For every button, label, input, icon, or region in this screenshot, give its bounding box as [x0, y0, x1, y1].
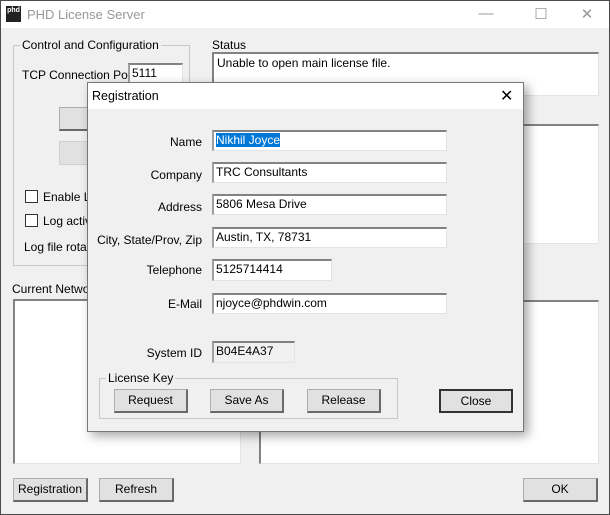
- system-id-field: B04E4A37: [212, 341, 295, 363]
- save-as-button[interactable]: Save As: [210, 389, 284, 413]
- city-input[interactable]: Austin, TX, 78731: [212, 227, 447, 248]
- close-dialog-button[interactable]: Close: [439, 389, 513, 413]
- company-input[interactable]: TRC Consultants: [212, 162, 447, 183]
- tcp-port-label: TCP Connection Port: [22, 68, 136, 82]
- address-input[interactable]: 5806 Mesa Drive: [212, 194, 447, 215]
- request-button[interactable]: Request: [114, 389, 188, 413]
- refresh-button[interactable]: Refresh: [99, 478, 174, 502]
- release-button[interactable]: Release: [307, 389, 381, 413]
- minimize-button[interactable]: —: [471, 5, 501, 22]
- city-label: City, State/Prov, Zip: [97, 233, 202, 247]
- dialog-title-bar: Registration ✕: [88, 83, 523, 109]
- window-title: PHD License Server: [27, 7, 145, 22]
- maximize-button[interactable]: ☐: [526, 5, 556, 23]
- system-id-label: System ID: [146, 346, 202, 360]
- dialog-close-icon[interactable]: ✕: [500, 86, 513, 106]
- registration-button[interactable]: Registration: [13, 478, 88, 502]
- log-activity-checkbox[interactable]: [25, 214, 38, 227]
- enable-checkbox[interactable]: [25, 190, 38, 203]
- telephone-input[interactable]: 5125714414: [212, 259, 332, 281]
- license-key-label: License Key: [106, 371, 176, 385]
- group-label: Control and Configuration: [20, 38, 161, 52]
- registration-dialog: Registration ✕ Name Nikhil Joyce Company…: [87, 82, 524, 432]
- title-bar: phd PHD License Server — ☐ ✕: [1, 1, 609, 28]
- close-button[interactable]: ✕: [572, 5, 602, 23]
- telephone-label: Telephone: [146, 263, 202, 277]
- company-label: Company: [150, 168, 202, 182]
- name-label: Name: [169, 135, 202, 149]
- status-label: Status: [212, 38, 247, 52]
- email-label: E-Mail: [167, 297, 202, 311]
- dialog-title: Registration: [92, 89, 159, 103]
- tcp-port-input[interactable]: 5111: [128, 63, 183, 84]
- address-label: Address: [157, 200, 202, 214]
- name-input[interactable]: Nikhil Joyce: [212, 130, 447, 151]
- ok-button[interactable]: OK: [523, 478, 598, 502]
- name-value: Nikhil Joyce: [216, 133, 281, 147]
- phd-app-icon: phd: [6, 6, 21, 22]
- email-input[interactable]: njoyce@phdwin.com: [212, 293, 447, 314]
